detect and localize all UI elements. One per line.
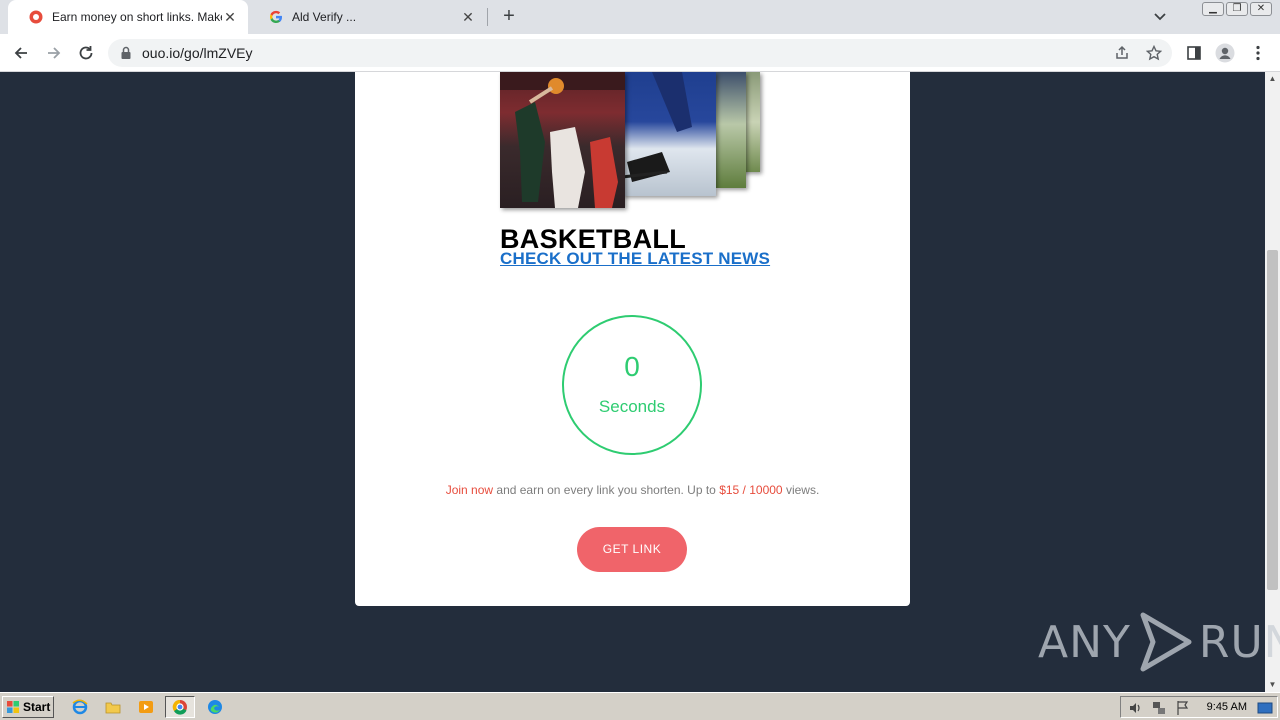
bookmark-star-icon[interactable]	[1145, 44, 1163, 61]
windows-logo-icon	[7, 701, 19, 713]
side-panel-icon[interactable]	[1184, 43, 1204, 63]
google-favicon-icon	[268, 9, 284, 25]
windows-taskbar: Start 9:45 AM	[0, 692, 1280, 720]
chrome-taskbar-icon[interactable]	[165, 696, 195, 718]
browser-toolbar: ouo.io/go/lmZVEy	[0, 34, 1280, 72]
latest-news-link[interactable]: CHECK OUT THE LATEST NEWS	[500, 249, 770, 269]
promo-middle-text: and earn on every link you shorten. Up t…	[493, 483, 720, 497]
window-controls: ▁ ❐ ✕	[1202, 2, 1272, 16]
timer-label: Seconds	[598, 397, 666, 416]
taskbar-clock: 9:45 AM	[1206, 701, 1247, 713]
timer-count: 0	[624, 351, 640, 382]
tab-close-icon[interactable]: ✕	[222, 9, 238, 25]
page-viewport: BASKETBALL CHECK OUT THE LATEST NEWS 0 S…	[0, 72, 1265, 692]
basketball-news-image[interactable]	[500, 72, 625, 208]
hockey-news-image[interactable]	[621, 72, 716, 196]
tab-ald-verify[interactable]: Ald Verify ... ✕	[248, 0, 486, 34]
restore-icon[interactable]: ❐	[1226, 2, 1248, 16]
address-bar[interactable]: ouo.io/go/lmZVEy	[108, 39, 1172, 67]
watermark-left-text: ANY	[1038, 616, 1131, 668]
reload-icon[interactable]	[74, 41, 98, 65]
tab-title: Earn money on short links. Make sho	[52, 10, 222, 24]
promo-text: Join now and earn on every link you shor…	[355, 483, 910, 497]
scroll-down-arrow-icon[interactable]: ▼	[1265, 678, 1280, 692]
file-explorer-icon[interactable]	[103, 697, 123, 717]
edge-icon[interactable]	[205, 697, 225, 717]
window-close-icon[interactable]: ✕	[1250, 2, 1272, 16]
scroll-up-arrow-icon[interactable]: ▲	[1265, 72, 1280, 86]
promo-rate: $15 / 10000	[719, 483, 783, 497]
tab-earn-money[interactable]: Earn money on short links. Make sho ✕	[8, 0, 248, 34]
get-link-button[interactable]: GET LINK	[577, 527, 687, 572]
show-desktop-icon[interactable]	[1257, 700, 1273, 716]
page-scrollbar[interactable]: ▲ ▼	[1265, 72, 1280, 692]
tab-close-icon[interactable]: ✕	[460, 9, 476, 25]
join-now-link[interactable]: Join now	[446, 483, 493, 497]
watermark-right-text: RUN	[1198, 616, 1280, 668]
content-card: BASKETBALL CHECK OUT THE LATEST NEWS 0 S…	[355, 72, 910, 606]
news-thumbnail[interactable]	[716, 72, 746, 188]
kebab-menu-icon[interactable]	[1248, 43, 1268, 63]
promo-end-text: views.	[782, 483, 820, 497]
action-center-flag-icon[interactable]	[1175, 700, 1191, 716]
news-image-collage[interactable]	[500, 72, 765, 212]
tab-separator	[487, 8, 488, 26]
share-icon[interactable]	[1114, 45, 1130, 61]
watermark-play-icon	[1140, 612, 1192, 672]
forward-arrow-icon[interactable]	[42, 41, 66, 65]
start-label: Start	[23, 700, 51, 714]
profile-avatar-icon[interactable]	[1215, 43, 1235, 63]
system-tray: 9:45 AM	[1120, 696, 1278, 718]
ouo-favicon-icon	[28, 9, 44, 25]
url-text: ouo.io/go/lmZVEy	[142, 45, 253, 61]
countdown-timer: 0 Seconds	[562, 315, 702, 455]
back-arrow-icon[interactable]	[9, 41, 33, 65]
anyrun-watermark: ANY RUN	[1038, 610, 1280, 674]
new-tab-plus-icon[interactable]: +	[498, 6, 520, 28]
internet-explorer-icon[interactable]	[70, 697, 90, 717]
tab-strip: Earn money on short links. Make sho ✕ Al…	[0, 0, 1280, 34]
lock-icon[interactable]	[120, 46, 132, 65]
media-player-icon[interactable]	[136, 697, 156, 717]
network-icon[interactable]	[1151, 700, 1167, 716]
tab-title: Ald Verify ...	[292, 10, 357, 24]
scrollbar-thumb[interactable]	[1267, 250, 1278, 590]
volume-icon[interactable]	[1127, 700, 1143, 716]
start-button[interactable]: Start	[2, 696, 54, 718]
tab-search-chevron-icon[interactable]	[1150, 8, 1170, 26]
minimize-icon[interactable]: ▁	[1202, 2, 1224, 16]
